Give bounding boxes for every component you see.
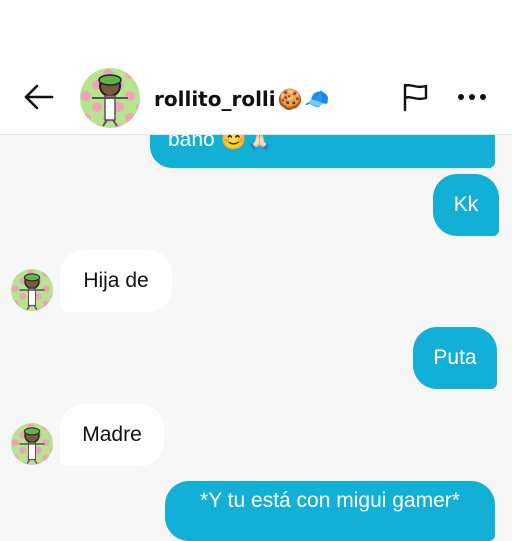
message-text: Puta <box>433 346 477 369</box>
username-title[interactable]: rollito_rolli 🍪 🧢 <box>154 84 329 114</box>
profile-avatar[interactable] <box>80 68 140 128</box>
avatar-image <box>11 269 53 311</box>
avatar[interactable] <box>11 423 53 465</box>
message-bubble-sent[interactable]: Puta <box>413 327 497 389</box>
flag-icon <box>403 83 428 112</box>
message-bubble-received[interactable]: Madre <box>60 404 164 466</box>
more-horizontal-icon <box>458 94 486 100</box>
arrow-left-icon <box>24 84 54 110</box>
message-text: Hija de <box>83 269 149 292</box>
message-text: Madre <box>82 423 142 446</box>
message-bubble-sent[interactable]: *Y tu está con migui gamer* <box>165 481 495 541</box>
message-text: *Y tu está con migui gamer* <box>200 489 460 512</box>
message-bubble-received[interactable]: Hija de <box>60 250 172 312</box>
username-text: rollito_rolli <box>154 87 276 111</box>
chat-header: rollito_rolli 🍪 🧢 <box>0 0 512 135</box>
avatar-image <box>80 68 140 128</box>
avatar[interactable] <box>11 269 53 311</box>
message-bubble-sent[interactable]: Kk <box>433 174 499 236</box>
message-text: Kk <box>453 193 479 216</box>
more-options-button[interactable] <box>452 80 492 114</box>
cap-emoji: 🧢 <box>304 87 330 111</box>
cookie-emoji: 🍪 <box>277 87 303 111</box>
avatar-image <box>11 423 53 465</box>
report-button[interactable] <box>398 80 432 114</box>
back-button[interactable] <box>22 80 56 114</box>
